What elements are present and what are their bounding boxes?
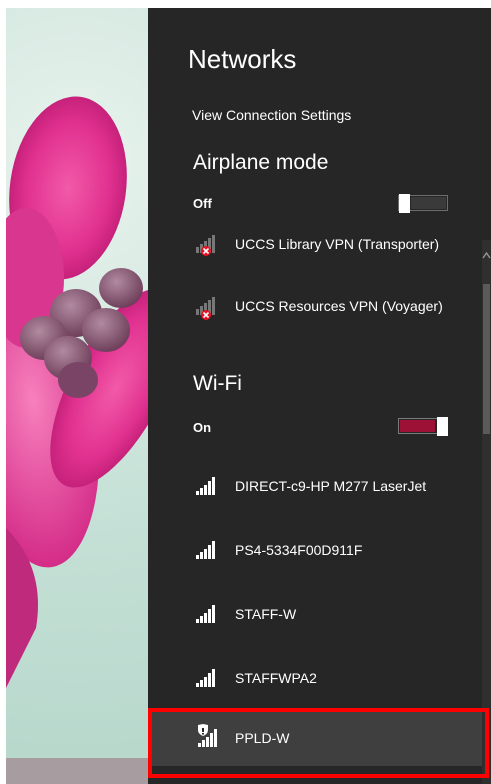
wifi-network-item-selected[interactable]: PPLD-W xyxy=(184,714,474,762)
airplane-mode-toggle[interactable] xyxy=(398,194,448,213)
wifi-network-label: STAFF-W xyxy=(235,606,297,622)
view-connection-settings-link[interactable]: View Connection Settings xyxy=(192,107,351,123)
toggle-thumb xyxy=(437,417,448,436)
toggle-track xyxy=(411,197,446,209)
wifi-toggle[interactable] xyxy=(398,417,448,436)
wifi-network-label: STAFFWPA2 xyxy=(235,670,317,686)
wifi-signal-icon xyxy=(196,669,215,687)
wifi-signal-icon xyxy=(196,605,215,623)
wifi-signal-icon xyxy=(196,477,215,495)
vpn-disconnected-icon xyxy=(196,297,215,320)
screen: Networks View Connection Settings Airpla… xyxy=(6,8,491,784)
wifi-state: On xyxy=(193,420,212,435)
wifi-shield-icon xyxy=(198,724,217,747)
wifi-network-item[interactable]: STAFF-W xyxy=(184,590,474,638)
wifi-signal-icon xyxy=(196,541,215,559)
vpn-list: UCCS Library VPN (Transporter) UCCS Reso… xyxy=(148,234,491,354)
scrollbar[interactable] xyxy=(482,240,491,784)
wifi-heading: Wi-Fi xyxy=(193,372,242,395)
toggle-thumb xyxy=(399,194,410,213)
vpn-disconnected-icon xyxy=(196,235,215,256)
airplane-mode-heading: Airplane mode xyxy=(193,151,329,174)
scroll-up-arrow-icon[interactable] xyxy=(482,248,491,264)
networks-panel: Networks View Connection Settings Airpla… xyxy=(148,8,491,784)
wifi-network-item[interactable]: PS4-5334F00D911F xyxy=(184,526,474,574)
toggle-track xyxy=(400,420,435,432)
orchid-wallpaper xyxy=(6,96,148,688)
wifi-network-label: PS4-5334F00D911F xyxy=(235,542,363,558)
vpn-item[interactable]: UCCS Library VPN (Transporter) xyxy=(184,234,474,268)
desktop-background xyxy=(6,8,148,784)
wifi-network-item[interactable]: STAFFWPA2 xyxy=(184,654,474,702)
desktop-taskbar-edge xyxy=(6,758,148,784)
wifi-network-label: PPLD-W xyxy=(235,730,290,746)
vpn-label: UCCS Resources VPN (Voyager) xyxy=(235,298,443,314)
wifi-network-item[interactable]: DIRECT-c9-HP M277 LaserJet xyxy=(184,462,474,510)
scrollbar-thumb[interactable] xyxy=(483,284,490,434)
panel-title: Networks xyxy=(188,44,297,74)
vpn-label: UCCS Library VPN (Transporter) xyxy=(235,236,440,252)
wifi-network-label: DIRECT-c9-HP M277 LaserJet xyxy=(235,478,427,494)
vpn-item[interactable]: UCCS Resources VPN (Voyager) xyxy=(184,282,474,330)
airplane-mode-state: Off xyxy=(193,196,212,211)
